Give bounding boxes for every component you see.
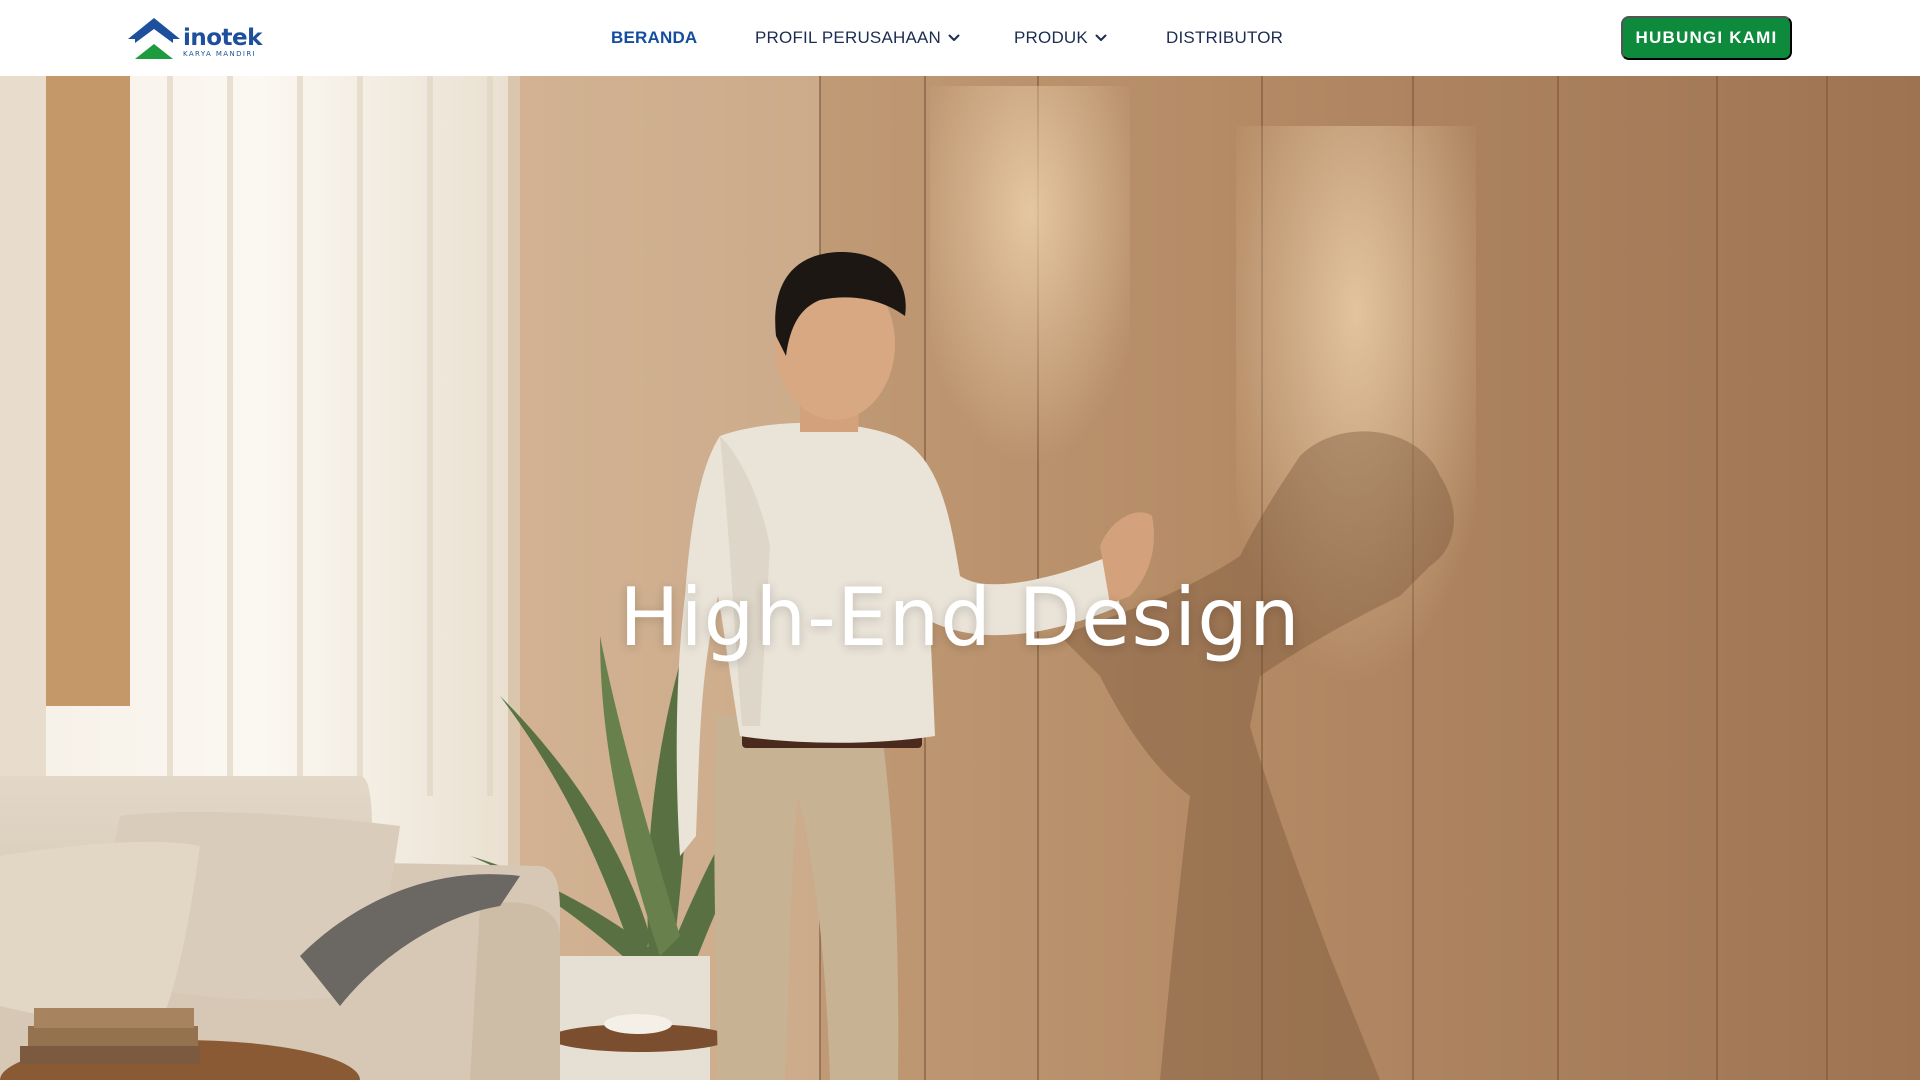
nav-item-profil-perusahaan[interactable]: PROFIL PERUSAHAAN [755, 27, 960, 49]
house-logo-icon [128, 18, 180, 59]
nav-item-distributor[interactable]: DISTRIBUTOR [1166, 27, 1283, 49]
nav-item-label: BERANDA [611, 28, 698, 47]
hero-banner: High-End Design [0, 76, 1920, 1080]
chevron-down-icon [1095, 34, 1107, 41]
nav-item-beranda[interactable]: BERANDA [611, 27, 697, 49]
brand-tagline: KARYA MANDIRI [183, 50, 257, 58]
brand-name: inotek [183, 25, 262, 51]
nav-item-label: DISTRIBUTOR [1166, 28, 1284, 47]
nav-item-label: PROFIL PERUSAHAAN [755, 28, 942, 47]
contact-us-button[interactable]: HUBUNGI KAMI [1621, 16, 1792, 60]
hero-title: High-End Design [619, 571, 1301, 664]
brand-logo[interactable]: inotek KARYA MANDIRI [127, 17, 267, 61]
chevron-down-icon [948, 34, 960, 41]
site-header: inotek KARYA MANDIRI BERANDA PROFIL PERU… [0, 0, 1920, 76]
nav-item-produk[interactable]: PRODUK [1014, 27, 1107, 49]
nav-item-label: PRODUK [1014, 28, 1088, 47]
